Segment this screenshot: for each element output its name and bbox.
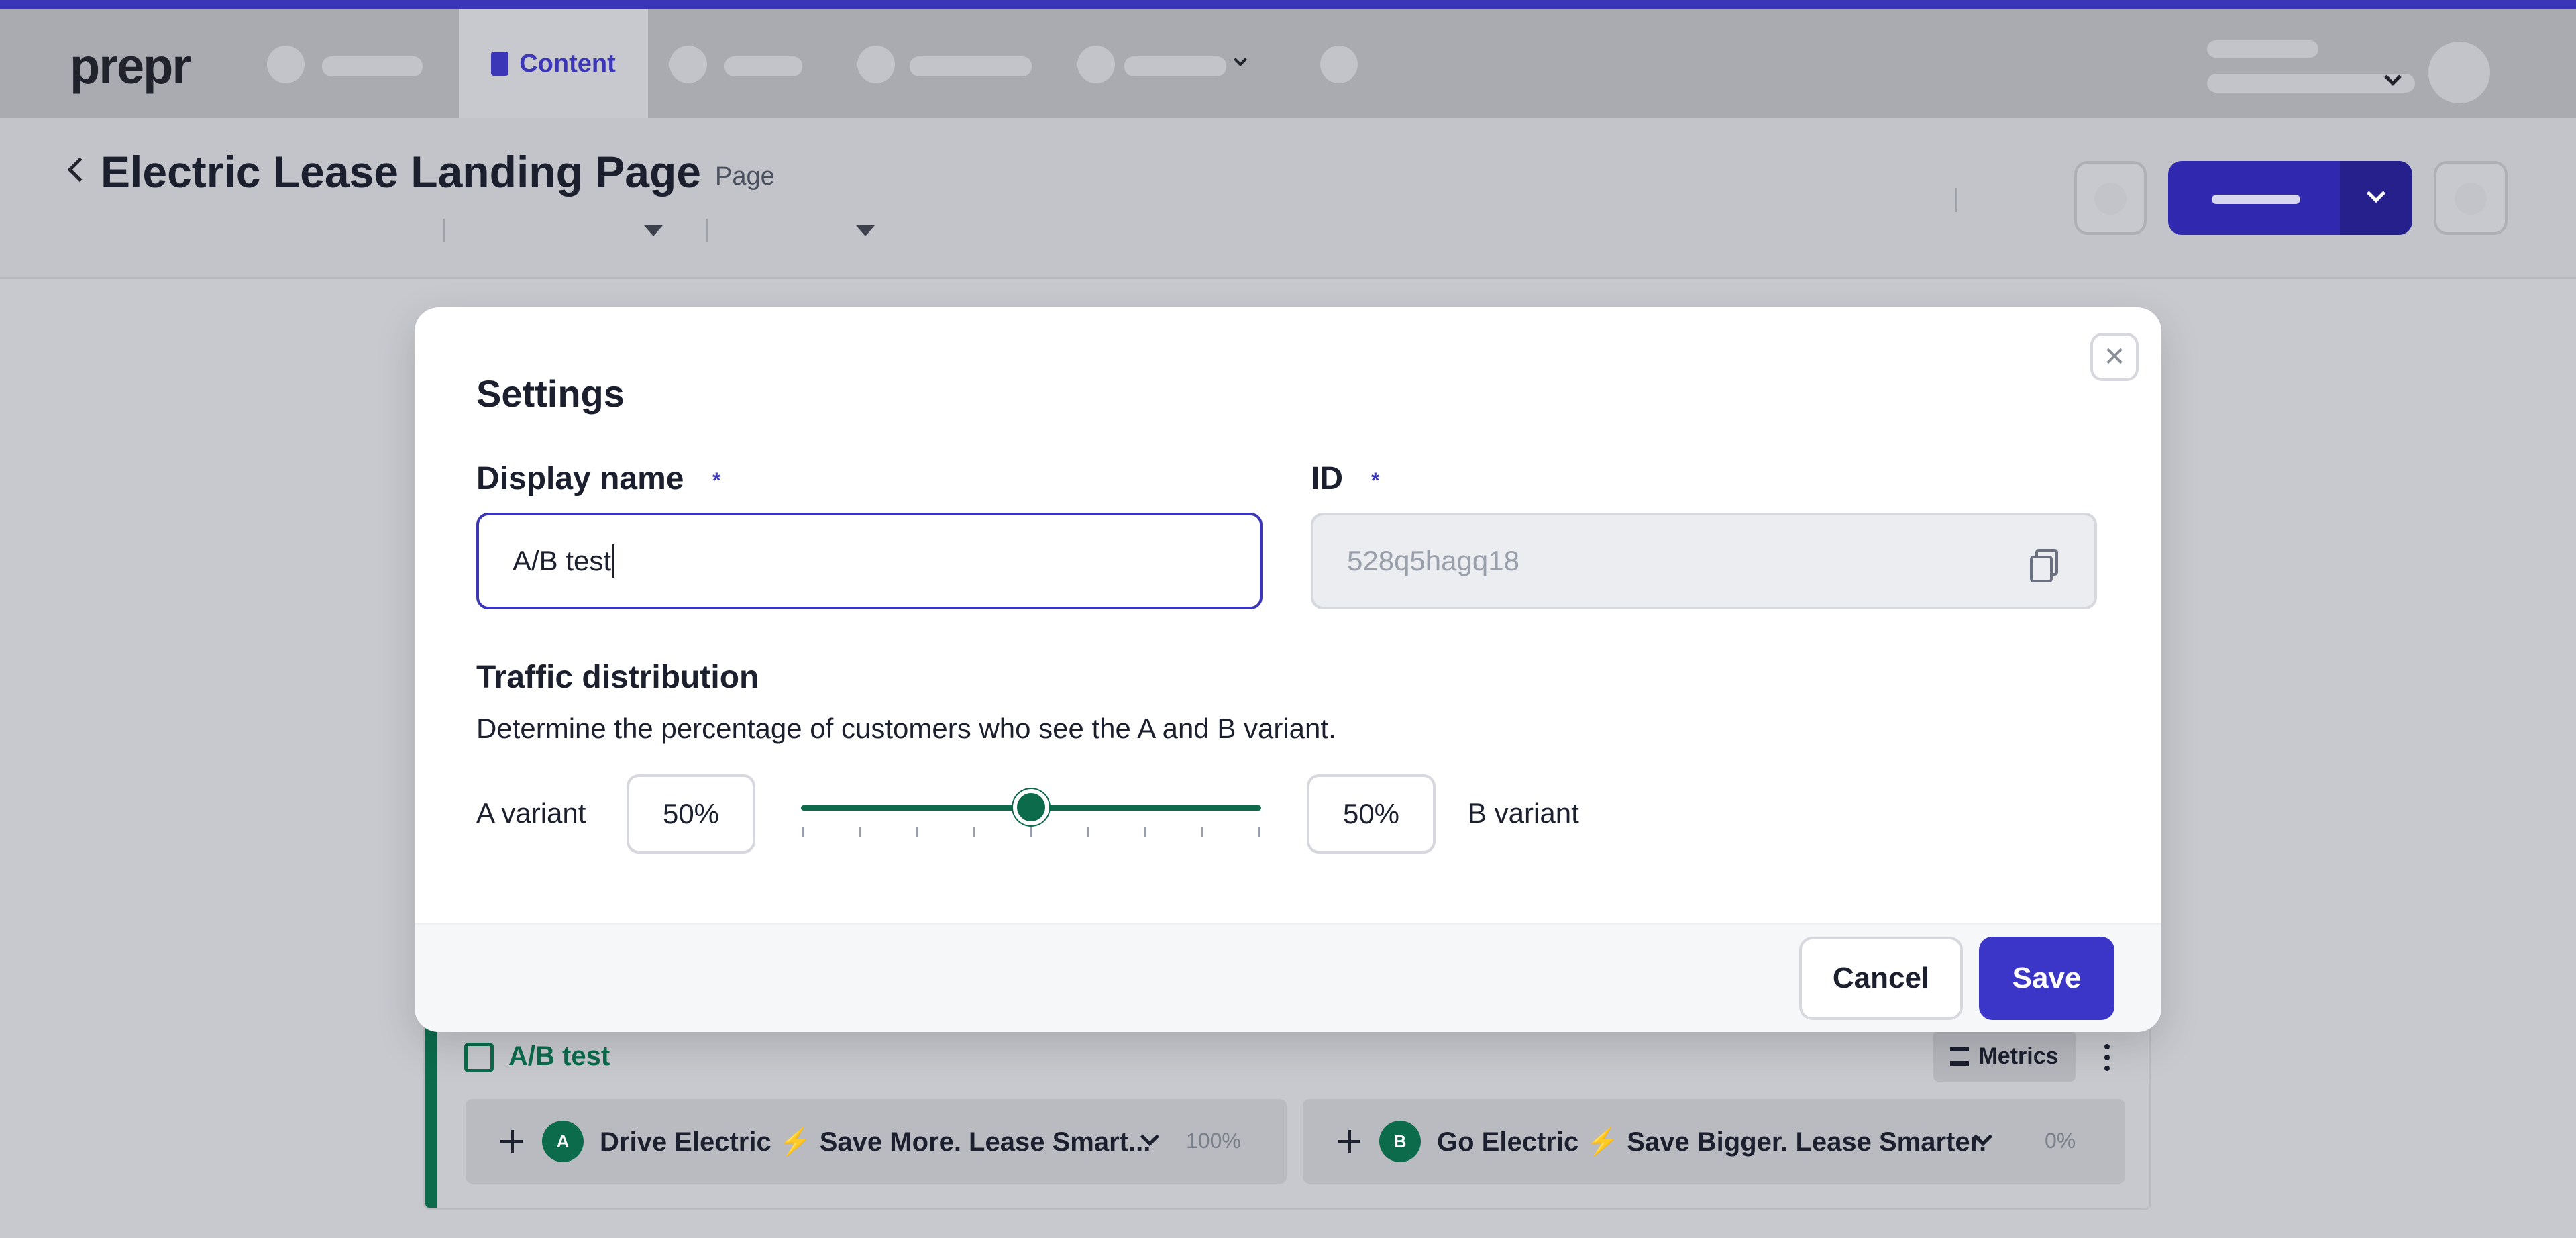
variant-a-avatar: A: [542, 1121, 584, 1162]
slider-tick: [859, 827, 861, 837]
nav-item-placeholder-label: [724, 56, 802, 76]
slider-tick: [1030, 827, 1032, 837]
page-type-badge: Page: [715, 162, 775, 191]
slider-tick: [1201, 827, 1203, 837]
traffic-distribution-description: Determine the percentage of customers wh…: [476, 713, 1336, 744]
variant-a-row[interactable]: A Drive Electric ⚡ Save More. Lease Smar…: [466, 1099, 1287, 1184]
nav-item-placeholder-icon[interactable]: [857, 46, 895, 83]
meta-placeholder: [101, 224, 398, 238]
traffic-distribution-title: Traffic distribution: [476, 660, 759, 695]
display-name-value: A/B test: [513, 545, 612, 576]
slider-tick: [1087, 827, 1089, 837]
nav-item-placeholder-label: [910, 56, 1032, 76]
publish-split-button[interactable]: [2168, 161, 2412, 235]
icon-placeholder: [2094, 183, 2127, 215]
variant-b-row[interactable]: B Go Electric ⚡ Save Bigger. Lease Smart…: [1303, 1099, 2125, 1184]
nav-item-placeholder-icon[interactable]: [669, 46, 707, 83]
ab-test-icon: [464, 1043, 494, 1072]
a-variant-percent-input[interactable]: 50%: [627, 774, 755, 854]
nav-item-placeholder-label: [1124, 56, 1226, 76]
id-field: 528q5hagq18: [1311, 513, 2097, 609]
document-icon: [491, 52, 509, 76]
cancel-button[interactable]: Cancel: [1799, 937, 1963, 1020]
copy-icon[interactable]: [2030, 549, 2058, 582]
top-accent-stripe: [0, 0, 2576, 9]
b-variant-label: B variant: [1468, 797, 1579, 829]
collapse-icon[interactable]: [1338, 1130, 1360, 1153]
ab-test-label: A/B test: [508, 1041, 610, 1071]
nav-item-placeholder-icon[interactable]: [267, 46, 305, 83]
divider: [443, 219, 445, 242]
chevron-down-icon: [1234, 53, 1247, 66]
top-navigation: prepr: [0, 9, 2576, 118]
metrics-label: Metrics: [1978, 1043, 2059, 1069]
slider-tick: [973, 827, 975, 837]
traffic-slider[interactable]: [801, 789, 1261, 837]
avatar[interactable]: [2428, 42, 2490, 103]
variant-b-title: Go Electric ⚡ Save Bigger. Lease Smarter…: [1437, 1127, 1987, 1157]
b-variant-percent-input[interactable]: 50%: [1307, 774, 1436, 854]
metrics-button[interactable]: Metrics: [1933, 1031, 2076, 1082]
a-variant-label: A variant: [476, 797, 586, 829]
collapse-icon[interactable]: [500, 1130, 523, 1153]
variant-a-percent: 100%: [1186, 1129, 1241, 1153]
close-icon[interactable]: ✕: [2090, 333, 2139, 381]
id-value: 528q5hagq18: [1347, 545, 1519, 576]
variant-b-percent: 0%: [2045, 1129, 2076, 1153]
page-title: Electric Lease Landing Page: [101, 147, 701, 197]
prepr-logo[interactable]: prepr: [70, 38, 191, 95]
more-options-button[interactable]: [2434, 161, 2508, 235]
meta-placeholder: [750, 224, 844, 238]
slider-tick: [1258, 827, 1260, 837]
icon-button[interactable]: [2074, 161, 2147, 235]
caret-down-icon[interactable]: [644, 225, 663, 236]
slider-tick: [1144, 827, 1146, 837]
kebab-menu-icon[interactable]: [2104, 1044, 2110, 1071]
nav-item-placeholder-icon[interactable]: [1077, 46, 1115, 83]
display-name-input[interactable]: A/B test: [476, 513, 1263, 609]
status-icon[interactable]: [1881, 184, 1915, 217]
status-icon[interactable]: [1996, 184, 2030, 217]
text-cursor: [612, 544, 615, 578]
divider: [1955, 188, 1957, 212]
user-name-placeholder: [2207, 40, 2318, 58]
nav-item-placeholder-icon[interactable]: [1320, 46, 1358, 83]
slider-tick: [916, 827, 918, 837]
meta-placeholder: [487, 224, 631, 238]
divider: [706, 219, 708, 242]
tab-content-label: Content: [519, 49, 616, 78]
required-indicator: *: [1371, 468, 1380, 493]
slider-thumb[interactable]: [1013, 789, 1049, 825]
caret-down-icon[interactable]: [856, 225, 875, 236]
variant-a-title: Drive Electric ⚡ Save More. Lease Smart.…: [600, 1127, 1151, 1157]
required-indicator: *: [712, 468, 721, 493]
variant-b-avatar: B: [1379, 1121, 1421, 1162]
settings-dialog: ✕ Settings Display name * A/B test ID * …: [415, 307, 2161, 1032]
display-name-label: Display name: [476, 461, 684, 497]
nav-item-placeholder-label: [322, 56, 423, 76]
metrics-icon: [1950, 1047, 1970, 1066]
dialog-title: Settings: [476, 372, 625, 415]
save-button[interactable]: Save: [1979, 937, 2114, 1020]
publish-label-placeholder: [2212, 195, 2300, 204]
tab-content[interactable]: Content: [459, 9, 648, 118]
icon-placeholder: [2455, 183, 2487, 215]
slider-tick: [802, 827, 804, 837]
id-label: ID: [1311, 461, 1343, 497]
